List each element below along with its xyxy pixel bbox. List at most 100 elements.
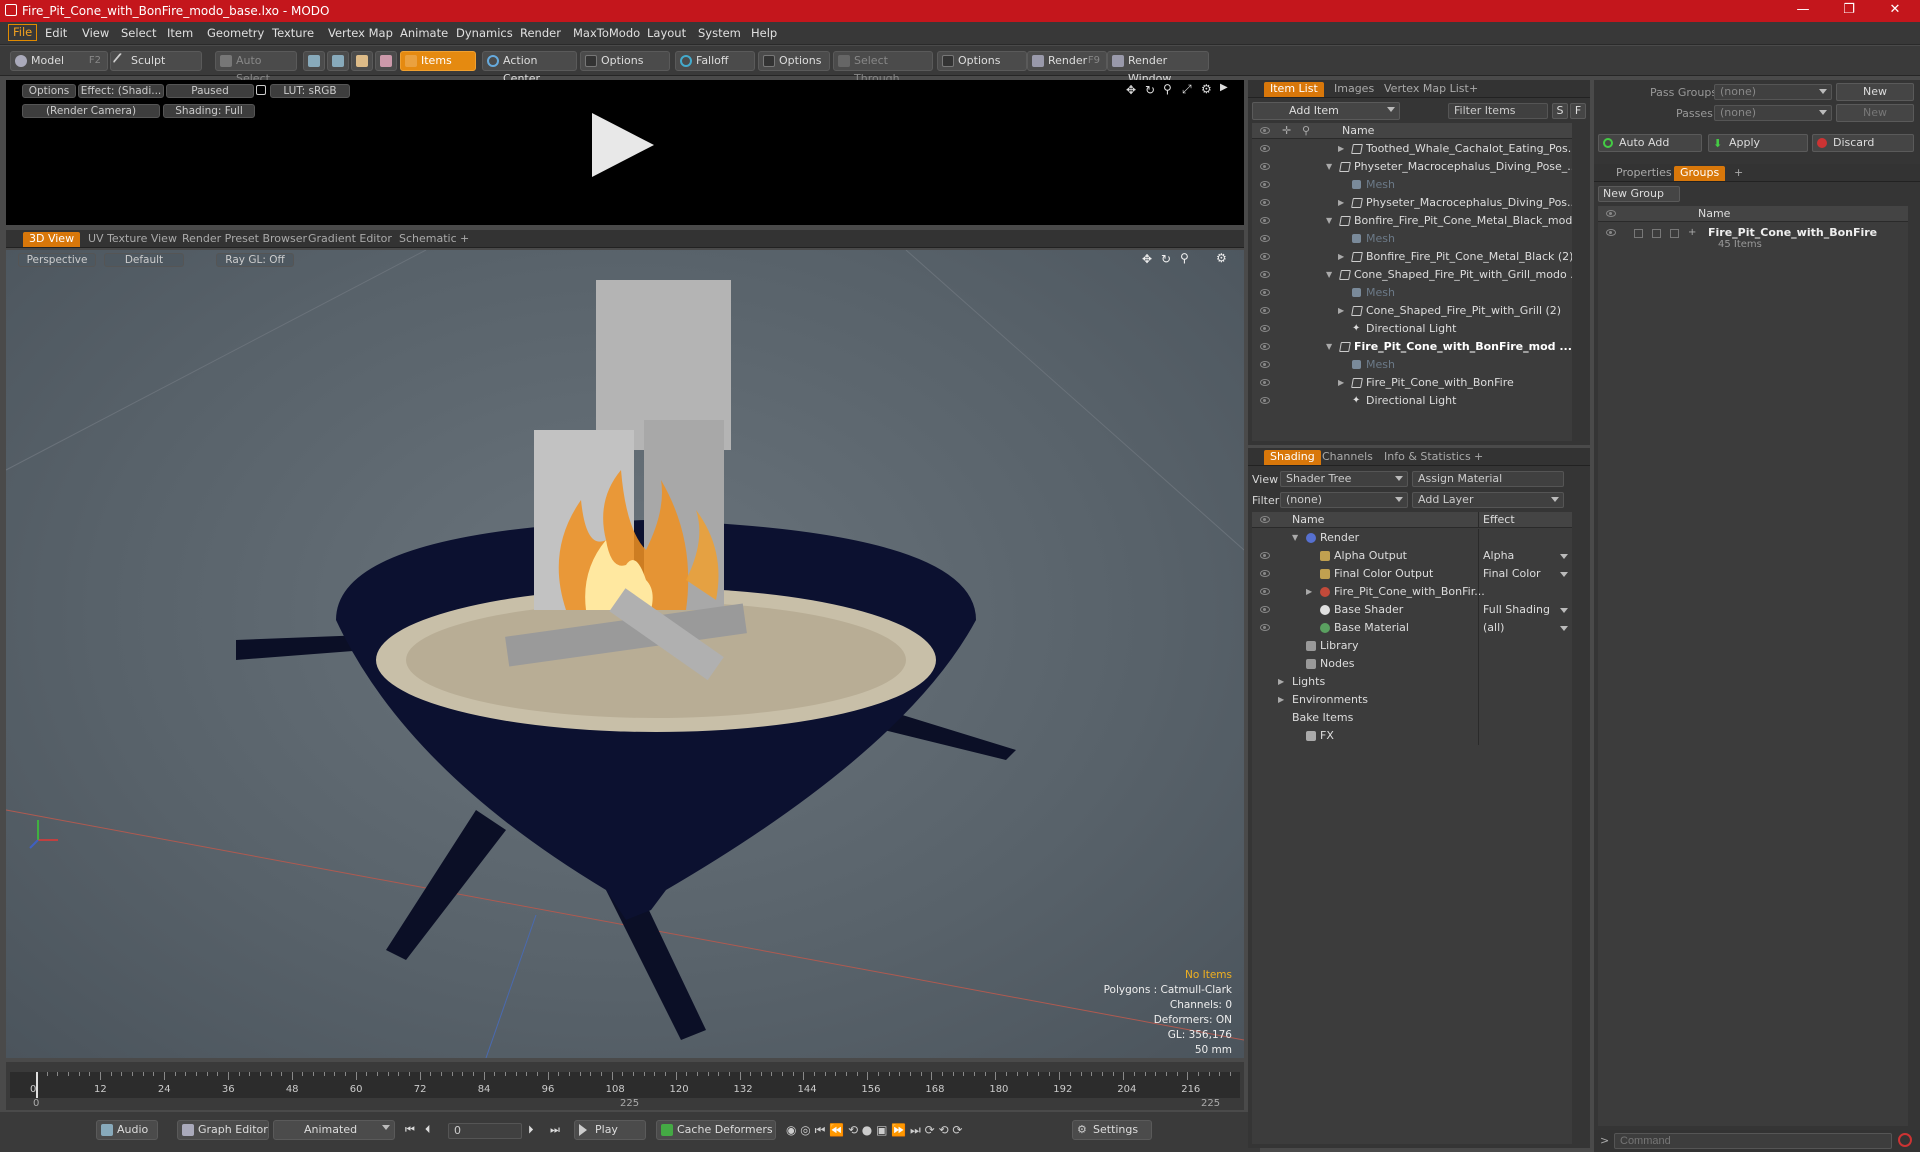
expand-arrow-icon[interactable]: ▶ xyxy=(1220,82,1228,93)
add-item-dropdown[interactable]: Add Item xyxy=(1252,102,1400,120)
3d-viewport[interactable]: Perspective Default Ray GL: Off ✥ ↻ ⚲ ⚙ … xyxy=(6,250,1244,1058)
play-button[interactable]: Play xyxy=(574,1120,646,1140)
lock-toggle-icon[interactable] xyxy=(1652,229,1661,238)
viewport-zoom-icon[interactable]: ⚲ xyxy=(1180,251,1189,265)
group-row[interactable]: + Fire_Pit_Cone_with_BonFire 45 Items xyxy=(1598,224,1908,254)
zoom-icon[interactable]: ⚲ xyxy=(1163,82,1172,96)
visibility-icon[interactable] xyxy=(1260,163,1270,170)
visibility-icon[interactable] xyxy=(1260,397,1270,404)
gear-icon[interactable]: ⚙ xyxy=(1201,82,1212,96)
item-list-row[interactable]: ▶ Bonfire_Fire_Pit_Cone_Metal_Black (2) xyxy=(1252,248,1572,266)
viewport-move-icon[interactable]: ✥ xyxy=(1142,252,1152,266)
render-button[interactable]: Render F9 xyxy=(1027,51,1107,71)
item-list-row[interactable]: ▶ Cone_Shaped_Fire_Pit_with_Grill (2) xyxy=(1252,302,1572,320)
action-center-options-button[interactable]: Options xyxy=(580,51,670,71)
shader-tree-row[interactable]: Alpha Output Alpha xyxy=(1252,547,1572,565)
expand-arrow-icon[interactable]: ▶ xyxy=(1278,691,1284,709)
search-s-button[interactable]: S xyxy=(1552,103,1568,119)
auto-add-button[interactable]: Auto Add xyxy=(1598,134,1702,152)
sculpt-mode-button[interactable]: Sculpt xyxy=(110,51,202,71)
step-forward-icon[interactable]: ⏵ xyxy=(528,1123,534,1137)
visibility-icon[interactable] xyxy=(1260,588,1270,595)
visibility-icon[interactable] xyxy=(1260,217,1270,224)
add-tab-button[interactable]: + xyxy=(1468,450,1489,465)
menu-texture[interactable]: Texture xyxy=(272,26,314,40)
menu-dynamics[interactable]: Dynamics xyxy=(456,26,513,40)
close-button[interactable]: ✕ xyxy=(1872,0,1918,22)
visibility-icon[interactable] xyxy=(1260,343,1270,350)
edge-mode-button[interactable] xyxy=(327,51,349,71)
vertex-mode-button[interactable] xyxy=(303,51,325,71)
render-camera-dropdown[interactable]: (Render Camera) xyxy=(22,104,160,118)
viewport-gear-icon[interactable]: ⚙ xyxy=(1216,251,1227,265)
animated-dropdown[interactable]: Animated xyxy=(273,1120,395,1140)
shader-tree-row[interactable]: Nodes xyxy=(1252,655,1572,673)
falloff-button[interactable]: Falloff xyxy=(675,51,755,71)
expand-arrow-icon[interactable]: ▶ xyxy=(1338,374,1344,392)
visibility-icon[interactable] xyxy=(1260,624,1270,631)
add-tab-button[interactable]: + xyxy=(1463,82,1484,97)
menu-view[interactable]: View xyxy=(82,26,109,40)
item-list-row[interactable]: ✦ Directional Light xyxy=(1252,392,1572,410)
filter-dropdown[interactable]: (none) xyxy=(1280,492,1408,508)
auto-select-button[interactable]: Auto Select xyxy=(215,51,297,85)
menu-file[interactable]: File xyxy=(8,24,38,41)
visibility-icon[interactable] xyxy=(1260,325,1270,332)
tab-groups[interactable]: Groups xyxy=(1674,166,1726,181)
menu-render[interactable]: Render xyxy=(520,26,561,40)
record-icon[interactable] xyxy=(1898,1133,1912,1147)
effect-dropdown[interactable]: Effect: (Shadi... xyxy=(78,84,164,98)
collapse-arrow-icon[interactable]: ▼ xyxy=(1326,266,1332,284)
audio-button[interactable]: Audio xyxy=(96,1120,158,1140)
item-list-row[interactable]: ▶ Physeter_Macrocephalus_Diving_Pos... xyxy=(1252,194,1572,212)
item-list-row[interactable]: Mesh xyxy=(1252,176,1572,194)
render-window-button[interactable]: Render Window xyxy=(1107,51,1209,85)
select-toggle-icon[interactable] xyxy=(1670,229,1679,238)
passes-dropdown[interactable]: (none) xyxy=(1714,105,1832,121)
effect-dropdown[interactable]: Alpha xyxy=(1483,547,1514,565)
minimize-button[interactable]: — xyxy=(1780,0,1826,22)
collapse-arrow-icon[interactable]: ▼ xyxy=(1326,338,1332,356)
expand-arrow-icon[interactable]: ▶ xyxy=(1338,302,1344,320)
menu-layout[interactable]: Layout xyxy=(647,26,686,40)
effect-dropdown[interactable]: (all) xyxy=(1483,619,1504,637)
expand-arrow-icon[interactable]: ▶ xyxy=(1338,140,1344,158)
item-list-row[interactable]: ✦ Directional Light xyxy=(1252,320,1572,338)
menu-item[interactable]: Item xyxy=(167,26,193,40)
item-list-row[interactable]: Mesh xyxy=(1252,356,1572,374)
shader-tree-row[interactable]: Bake Items xyxy=(1252,709,1572,727)
item-list-row[interactable]: ▼ Fire_Pit_Cone_with_BonFire_mod ... xyxy=(1252,338,1572,356)
step-back-icon[interactable]: ⏴ xyxy=(425,1123,431,1137)
item-list-row[interactable]: ▼ Physeter_Macrocephalus_Diving_Pose_... xyxy=(1252,158,1572,176)
select-through-button[interactable]: Select Through xyxy=(833,51,933,85)
settings-button[interactable]: ⚙ Settings xyxy=(1072,1120,1152,1140)
command-input[interactable] xyxy=(1614,1133,1892,1149)
view-dropdown[interactable]: Shader Tree xyxy=(1280,471,1408,487)
model-mode-button[interactable]: Model F2 xyxy=(10,51,108,71)
visibility-icon[interactable] xyxy=(1260,379,1270,386)
item-list-row[interactable]: ▼ Bonfire_Fire_Pit_Cone_Metal_Black_mod..… xyxy=(1252,212,1572,230)
assign-material-button[interactable]: Assign Material xyxy=(1412,471,1564,487)
visibility-icon[interactable] xyxy=(1260,570,1270,577)
action-center-button[interactable]: Action Center xyxy=(482,51,577,85)
item-list-row[interactable]: Mesh xyxy=(1252,230,1572,248)
visibility-icon[interactable] xyxy=(1260,271,1270,278)
visibility-icon[interactable] xyxy=(1260,199,1270,206)
item-list-row[interactable]: ▶ Toothed_Whale_Cachalot_Eating_Pos... xyxy=(1252,140,1572,158)
key-tools-icon[interactable]: ◉ ◎ ⏮ ⏪ ⟲ ● ▣ ⏩ ⏭ ⟳ ⟲ ⟳ xyxy=(786,1123,962,1138)
expand-arrow-icon[interactable]: ▶ xyxy=(1338,194,1344,212)
collapse-arrow-icon[interactable]: ▼ xyxy=(1326,212,1332,230)
add-tab-button[interactable]: + xyxy=(454,232,475,247)
tab-vertex-map-list[interactable]: Vertex Map List xyxy=(1378,82,1475,97)
tab-info-statistics[interactable]: Info & Statistics xyxy=(1378,450,1477,465)
go-to-end-icon[interactable]: ⏭ xyxy=(550,1123,560,1137)
menu-maxtomodo[interactable]: MaxToModo xyxy=(573,26,640,40)
lock-icon[interactable] xyxy=(256,85,266,95)
timeline[interactable]: 0 12 24 36 48 60 72 84 96 108 120 132 144 156 168 180 19… xyxy=(6,1062,1244,1110)
item-list-row[interactable]: ▶ Fire_Pit_Cone_with_BonFire xyxy=(1252,374,1572,392)
item-list-row[interactable]: ▼ Cone_Shaped_Fire_Pit_with_Grill_modo ..… xyxy=(1252,266,1572,284)
add-tab-button[interactable]: + xyxy=(1728,166,1749,181)
tab-channels[interactable]: Channels xyxy=(1316,450,1379,465)
visibility-icon[interactable] xyxy=(1260,552,1270,559)
maximize-button[interactable]: ❐ xyxy=(1826,0,1872,22)
